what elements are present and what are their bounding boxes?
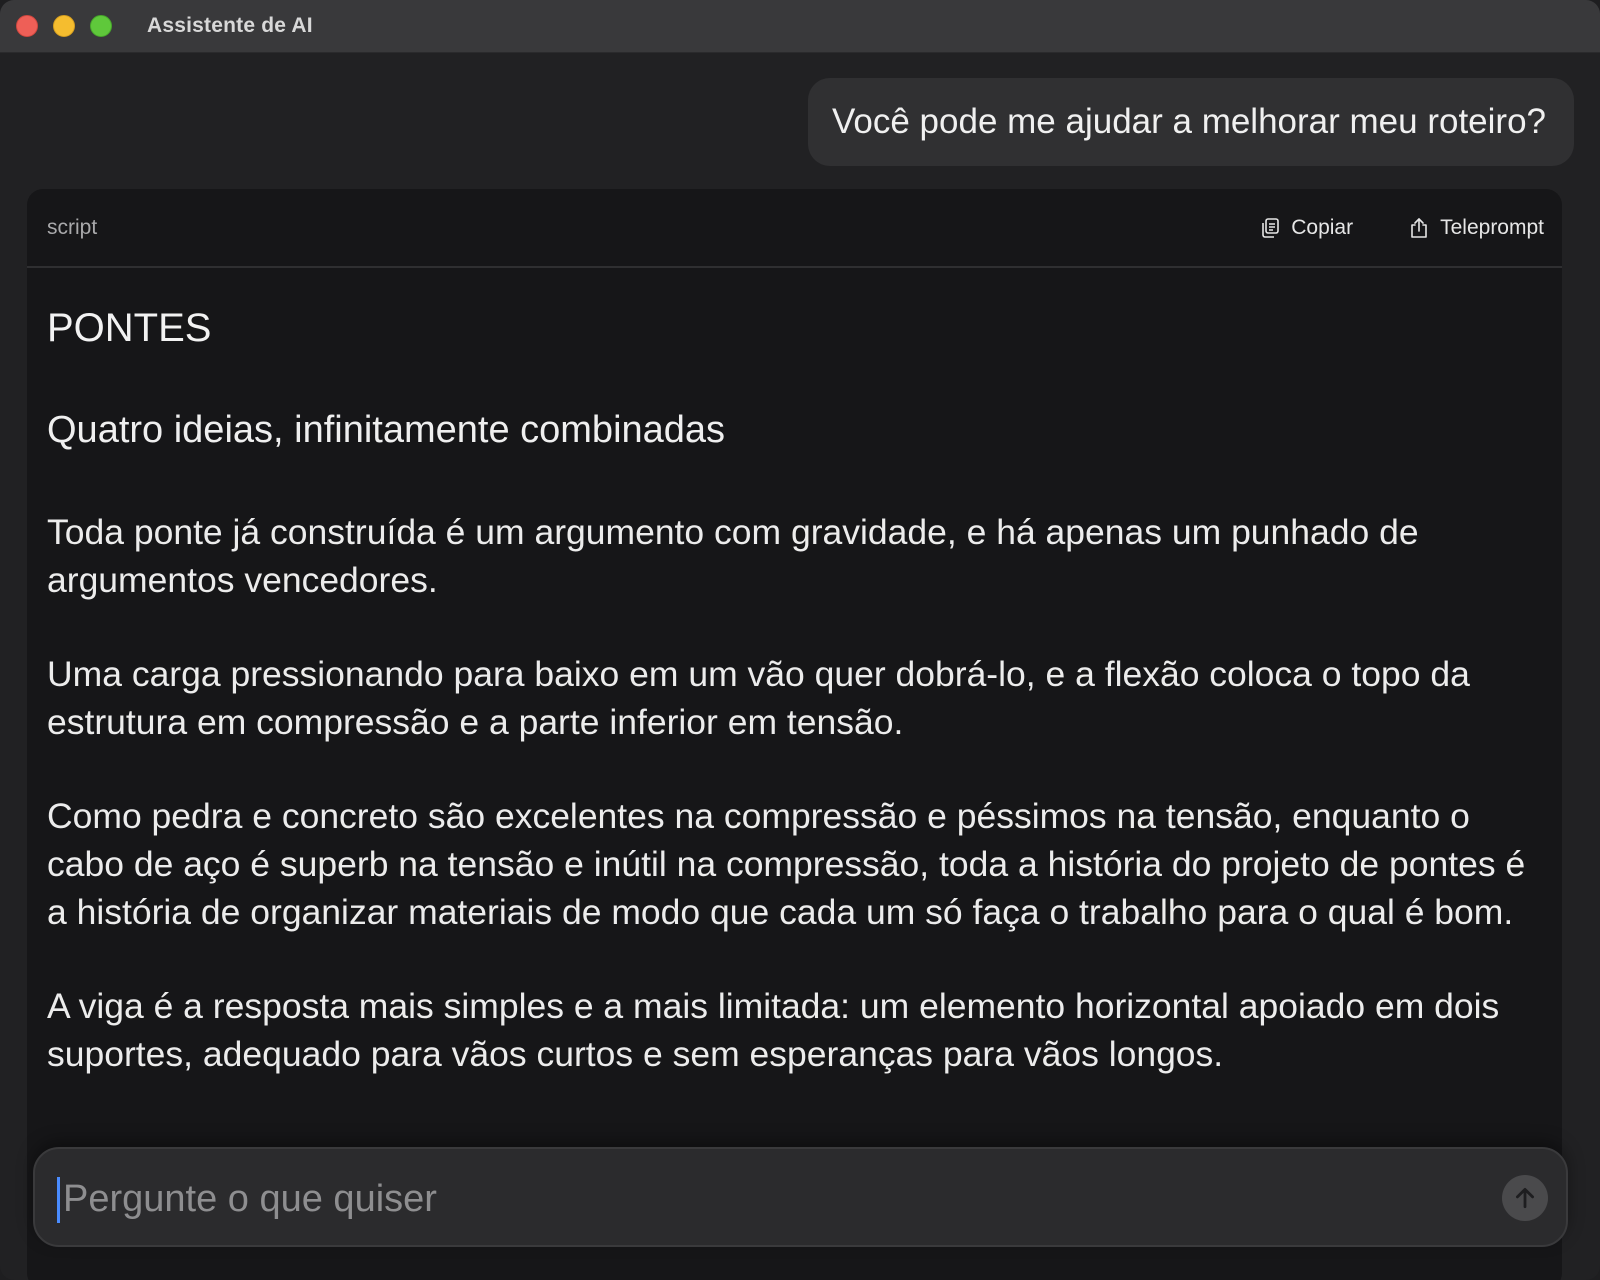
script-language-label: script	[47, 215, 98, 239]
share-icon	[1411, 217, 1427, 238]
script-block: script Copiar Teleprompt PONTES Quatro i…	[27, 189, 1562, 1280]
script-subtitle: Quatro ideias, infinitamente combinadas	[47, 409, 726, 451]
window-controls	[16, 15, 127, 37]
copy-icon	[1262, 217, 1280, 238]
message-composer	[33, 1147, 1568, 1247]
teleprompt-button[interactable]: Teleprompt	[1407, 216, 1544, 240]
script-content: PONTES Quatro ideias, infinitamente comb…	[27, 268, 1562, 1078]
send-button[interactable]	[1502, 1175, 1548, 1221]
app-window: Assistente de AI Você pode me ajudar a m…	[0, 0, 1600, 1280]
text-caret	[57, 1177, 60, 1223]
script-block-header: script Copiar Teleprompt	[27, 189, 1562, 268]
user-message-bubble: Você pode me ajudar a melhorar meu rotei…	[807, 78, 1574, 166]
zoom-window-button[interactable]	[90, 15, 112, 37]
title-bar[interactable]: Assistente de AI	[0, 0, 1600, 53]
script-paragraph: Toda ponte já construída é um argumento …	[47, 512, 1419, 600]
copy-button-label: Copiar	[1291, 215, 1354, 239]
close-window-button[interactable]	[16, 15, 38, 37]
script-paragraph: A viga é a resposta mais simples e a mai…	[47, 986, 1500, 1074]
script-actions: Copiar Teleprompt	[1204, 189, 1544, 266]
script-paragraph: Uma carga pressionando para baixo em um …	[47, 654, 1470, 742]
teleprompt-button-label: Teleprompt	[1440, 215, 1544, 239]
message-input[interactable]	[61, 1169, 1445, 1229]
copy-button[interactable]: Copiar	[1258, 216, 1353, 240]
arrow-up-icon	[1516, 1187, 1534, 1209]
script-title: PONTES	[47, 306, 212, 350]
script-paragraph: Como pedra e concreto são excelentes na …	[47, 796, 1526, 932]
window-title: Assistente de AI	[147, 14, 313, 37]
minimize-window-button[interactable]	[53, 15, 75, 37]
